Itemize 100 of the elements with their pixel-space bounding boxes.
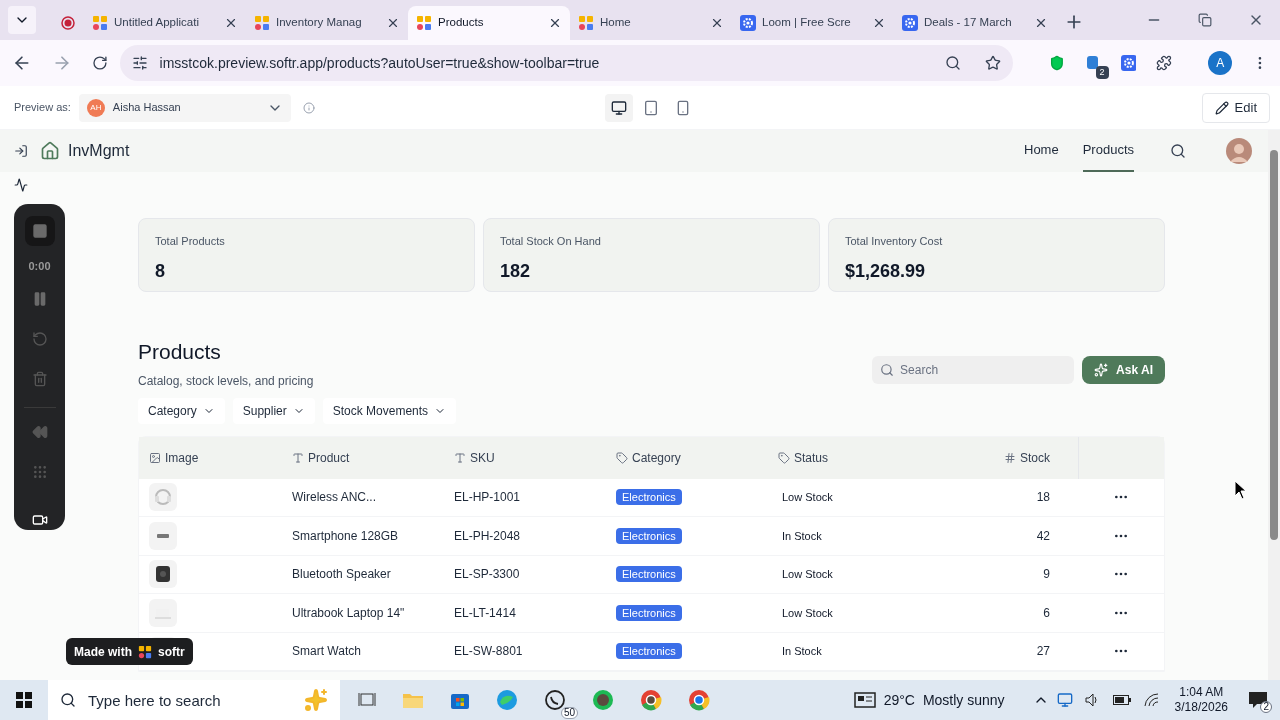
weather-text[interactable]: Mostly sunny [922,689,1005,711]
task-view-icon[interactable] [358,692,376,708]
table-cell: Smartphone 128GB [292,528,399,543]
wifi-icon[interactable] [1142,693,1159,707]
address-field[interactable]: imsstcok.preview.softr.app/products?autoUser=true&show-toolbar=true [119,45,1013,81]
page-title: Products [138,339,222,365]
browser-tab[interactable]: Deals - 17 March [894,6,1056,40]
desktop-view-button[interactable] [604,93,633,122]
category-tag: Electronics [616,566,682,583]
filter-dropdown[interactable]: Stock Movements [322,397,457,424]
extension-badge: 2 [1095,66,1109,79]
column-header[interactable]: Image [165,448,199,467]
restore-icon[interactable] [1198,13,1212,27]
close-icon[interactable] [548,16,562,30]
search-field[interactable]: Search [872,355,1075,384]
edit-button[interactable]: Edit [1201,92,1270,123]
softr-logo-icon [92,15,108,31]
close-icon[interactable] [224,16,238,30]
softr-logo-icon [578,15,594,31]
made-with-badge[interactable]: Made with softr [66,638,193,665]
close-icon[interactable] [1034,16,1048,30]
column-header[interactable]: Category [632,448,681,467]
notification-icon[interactable] [1248,691,1268,709]
restart-icon[interactable] [31,330,48,347]
table-cell: EL-SW-8801 [454,644,523,659]
tag-icon [778,451,790,464]
close-icon[interactable] [710,16,724,30]
record-icon [61,16,75,30]
extension-icon[interactable] [1084,55,1101,71]
tab-title: Products [438,15,485,31]
text-icon [454,451,466,464]
user-select[interactable]: AH Aisha Hassan [78,93,291,122]
table-cell: Bluetooth Speaker [292,567,391,582]
stat-label: Total Inventory Cost [845,234,944,249]
category-tag: Electronics [616,527,682,544]
tab-title: Deals - 17 March [924,15,1013,31]
recording-timer: 0:00 [28,259,51,274]
sparkle-icon [1094,362,1109,377]
column-header[interactable]: Stock [1020,448,1050,467]
tablet-icon [642,99,659,116]
chat-app-icon[interactable] [544,689,566,711]
browser-tab[interactable]: Loom | Free Scre [732,6,894,40]
nav-link[interactable]: Products [1082,130,1134,172]
table-cell: 42 [1036,528,1050,543]
chrome-browser-icon[interactable] [640,689,662,711]
column-header[interactable]: Status [794,448,829,467]
table-cell: EL-HP-1001 [454,490,521,505]
browser-tab[interactable]: Home [570,6,732,40]
tag-icon [616,451,628,464]
ask-ai-button[interactable]: Ask AI [1082,355,1165,384]
music-app-icon[interactable] [592,689,614,711]
table-cell: Smart Watch [292,644,361,659]
column-header[interactable]: Product [308,448,350,467]
pencil-icon [1214,100,1229,115]
search-icon [880,362,895,377]
activity-icon [14,178,28,192]
notification-count: 50 [560,707,578,719]
temperature[interactable]: 29°C [883,689,915,711]
browser-tab[interactable]: Products [408,6,570,40]
sidebar-toggle-icon[interactable] [14,144,28,158]
mouse-cursor-icon [1234,480,1248,500]
gear-extension-icon [1120,55,1137,71]
filter-dropdown[interactable]: Supplier [232,397,315,424]
clock[interactable]: 1:04 AM 3/18/2026 [1174,685,1228,715]
close-icon[interactable] [386,16,400,30]
table-cell: Ultrabook Laptop 14" [292,605,405,620]
close-icon[interactable] [872,16,886,30]
search-icon[interactable] [1170,143,1186,159]
taskbar-search-field[interactable]: Type here to search [48,680,340,720]
tab-title: Home [600,15,632,31]
softr-logo-icon [254,15,270,31]
battery-icon[interactable] [1112,695,1131,705]
network-device-icon[interactable] [1056,692,1073,708]
softr-logo-icon [416,15,432,31]
reload-icon[interactable] [91,55,108,71]
zoom-icon[interactable] [944,55,961,71]
browser-tab[interactable]: Untitled Applicati [84,6,246,40]
filter-dropdown[interactable]: Category [138,397,225,424]
shield-icon[interactable] [1048,55,1065,71]
monitor-icon [610,99,627,116]
search-icon [60,692,76,708]
softr-logo-icon [138,644,152,659]
table-cell: 9 [1043,567,1050,582]
nav-link[interactable]: Home [1024,130,1059,172]
user-avatar[interactable] [1226,138,1252,164]
site-info-icon[interactable] [131,55,148,71]
sparkle-icon [304,688,328,712]
profile-avatar[interactable]: A [1208,51,1233,75]
column-header[interactable]: SKU [470,448,495,467]
stop-button[interactable] [24,216,55,246]
table-cell: EL-PH-2048 [454,528,521,543]
bookmark-star-icon[interactable] [984,55,1001,71]
tab-search-button[interactable] [8,6,36,34]
windows-start-icon[interactable] [16,692,32,708]
chrome-browser-icon[interactable] [688,689,710,711]
user-initials-avatar: AH [86,98,105,117]
scrollbar[interactable] [1268,130,1280,680]
browser-tab[interactable]: Inventory Manag [246,6,408,40]
extensions-icon[interactable] [1156,55,1173,71]
news-icon[interactable] [853,692,876,708]
